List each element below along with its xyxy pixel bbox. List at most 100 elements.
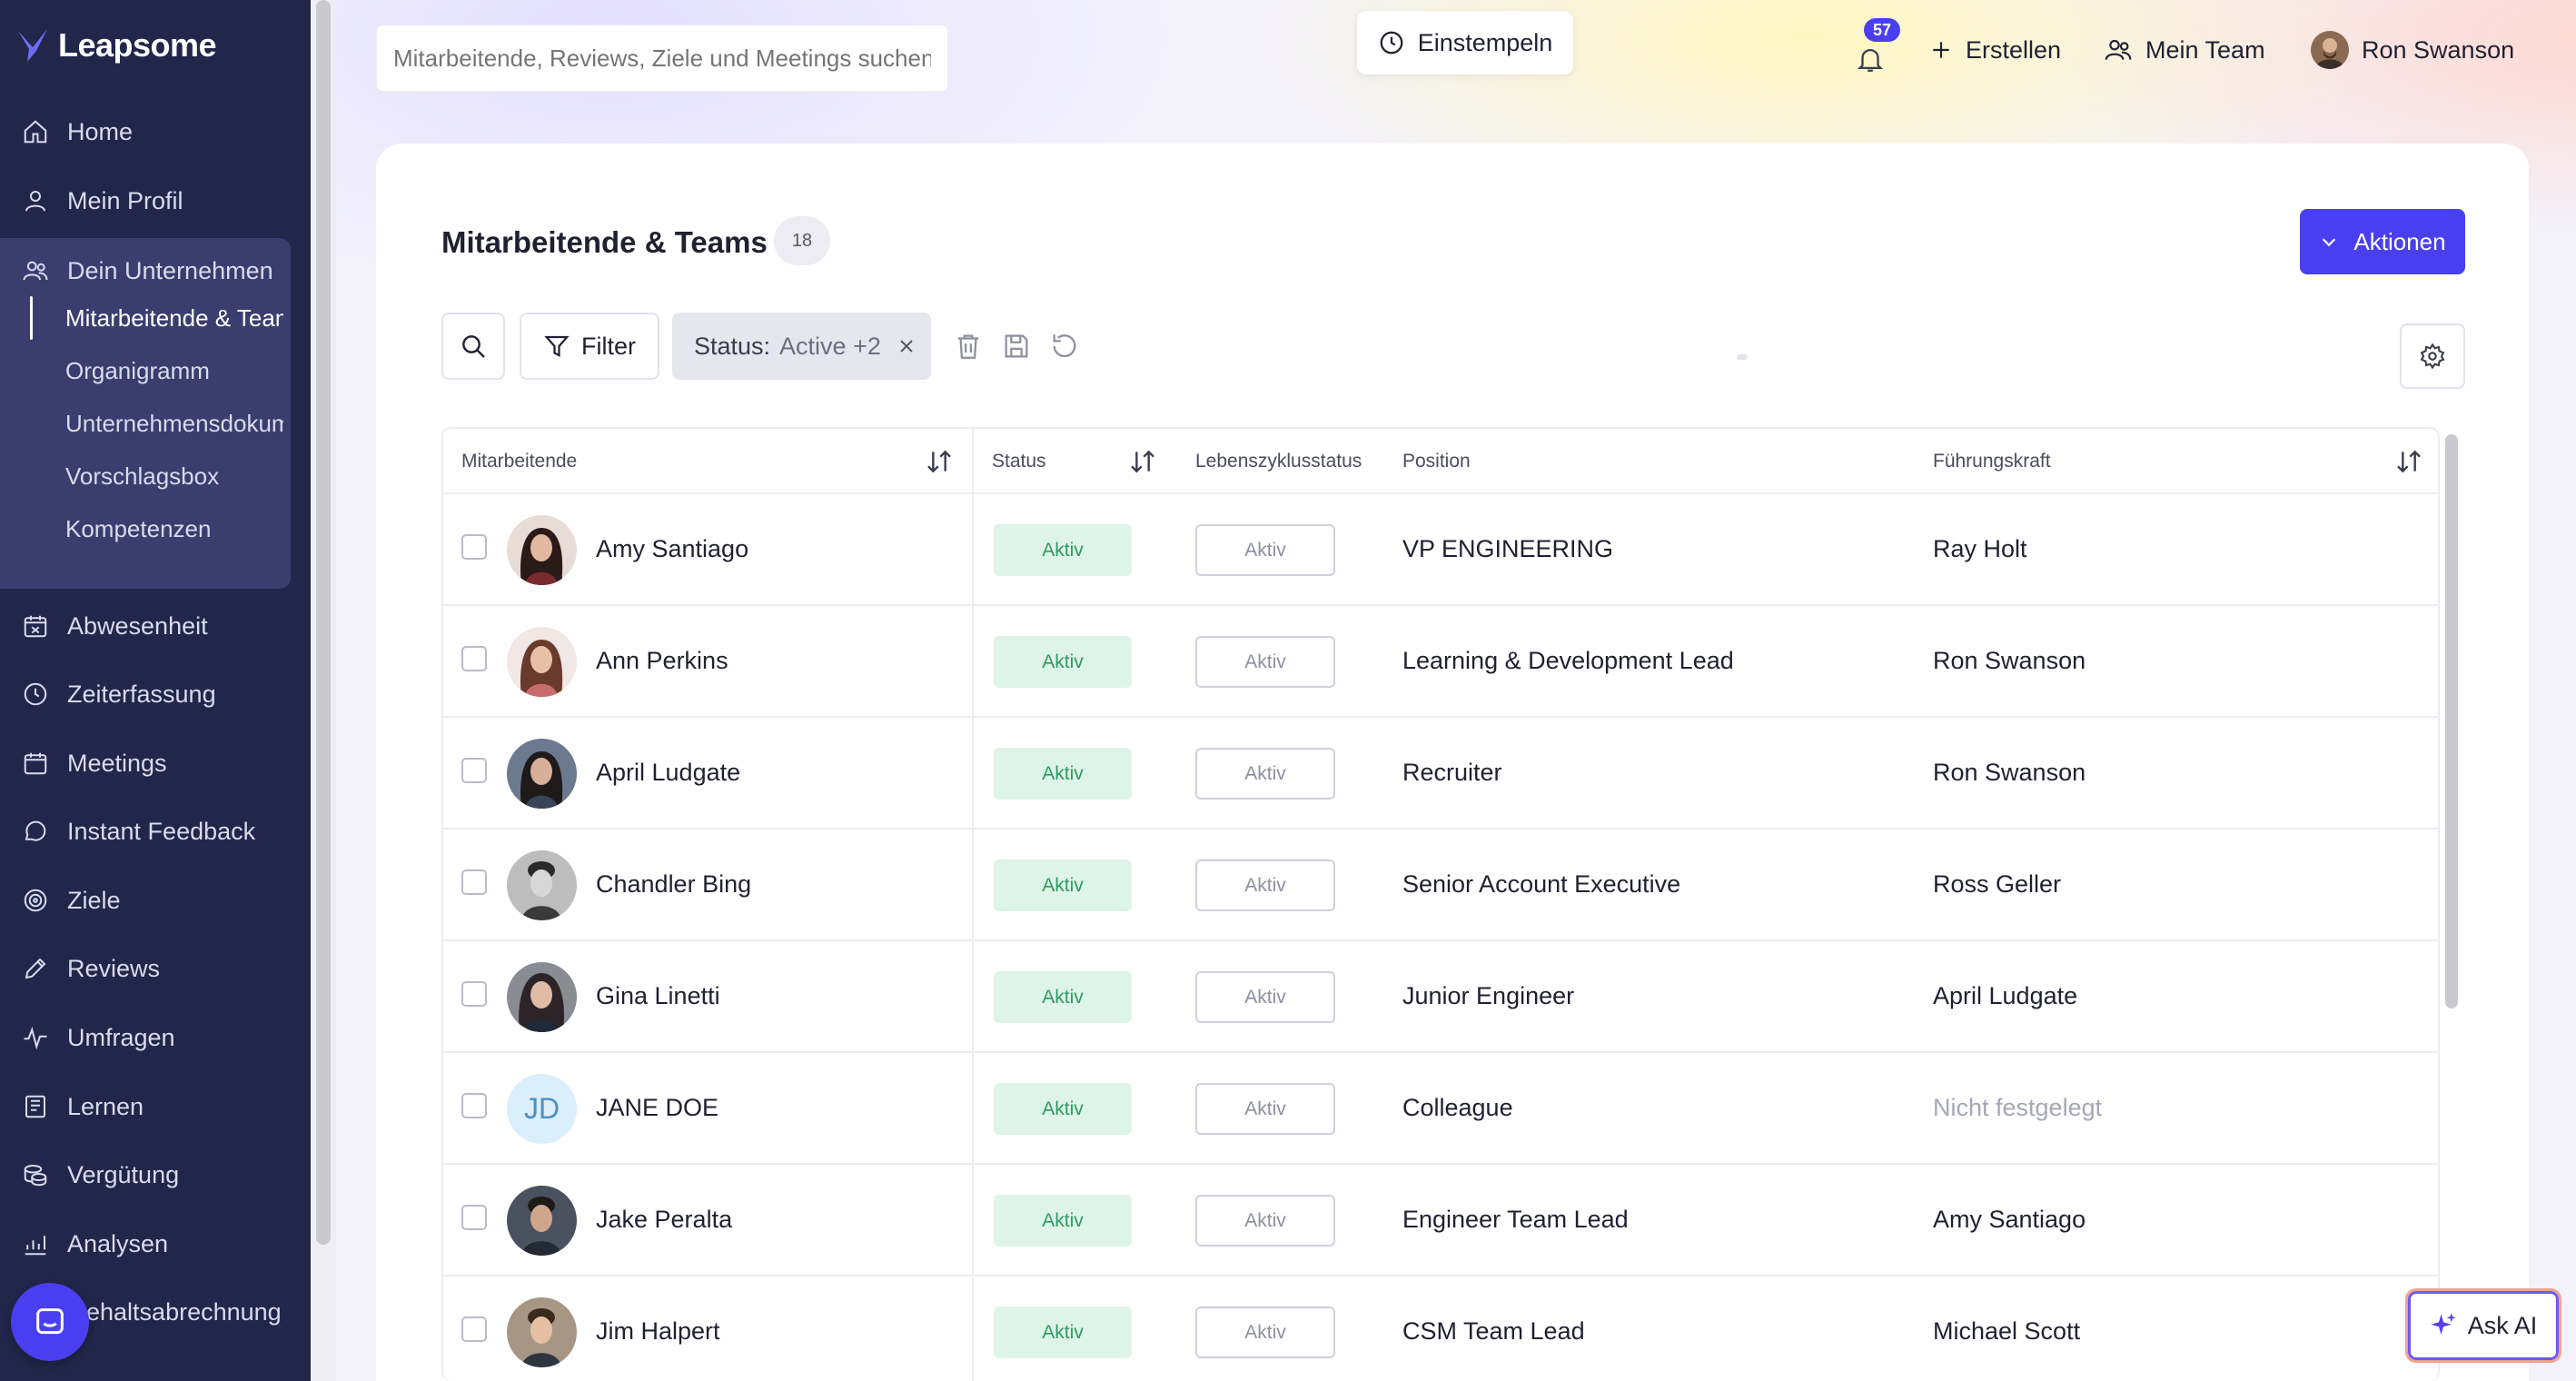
sidebar-item-absence[interactable]: Abwesenheit — [0, 599, 311, 653]
sidebar-item-profile[interactable]: Mein Profil — [0, 174, 311, 228]
table-row[interactable]: April Ludgate Aktiv Aktiv Recruiter Ron … — [443, 718, 2438, 830]
actions-button[interactable]: Aktionen — [2300, 209, 2465, 274]
lifecycle-badge: Aktiv — [1195, 1083, 1335, 1135]
table-row[interactable]: Jim Halpert Aktiv Aktiv CSM Team Lead Mi… — [443, 1277, 2438, 1381]
avatar — [507, 850, 577, 920]
clock-in-label: Einstempeln — [1417, 28, 1553, 56]
sidebar-subitem-employees-teams[interactable]: Mitarbeitende & Teams — [65, 294, 283, 342]
filter-button[interactable]: Filter — [520, 313, 659, 380]
employee-name[interactable]: Amy Santiago — [596, 494, 748, 604]
row-checkbox[interactable] — [461, 869, 487, 895]
manager-cell[interactable]: Ray Holt — [1933, 494, 2027, 604]
sidebar-item-meetings[interactable]: Meetings — [0, 736, 311, 790]
sidebar-item-reviews[interactable]: Reviews — [0, 941, 311, 996]
reset-icon[interactable] — [1049, 331, 1080, 362]
sidebar-item-surveys[interactable]: Umfragen — [0, 1010, 311, 1065]
lifecycle-badge: Aktiv — [1195, 636, 1335, 688]
status-badge: Aktiv — [994, 748, 1132, 800]
sidebar-item-goals[interactable]: Ziele — [0, 873, 311, 928]
manager-cell[interactable]: Ron Swanson — [1933, 606, 2086, 716]
status-filter-chip[interactable]: Status: Active +2 — [672, 313, 931, 380]
employee-name[interactable]: Jim Halpert — [596, 1277, 720, 1381]
chevron-down-icon — [2323, 238, 2336, 247]
team-icon — [2105, 39, 2132, 60]
sidebar-item-learning[interactable]: Lernen — [0, 1079, 311, 1134]
row-checkbox[interactable] — [461, 758, 487, 783]
sidebar-item-company[interactable]: Dein Unternehmen — [0, 243, 291, 298]
table-settings-button[interactable] — [2400, 323, 2465, 389]
sidebar-item-label: Meetings — [67, 749, 167, 777]
ask-ai-button[interactable]: Ask AI — [2405, 1288, 2561, 1363]
employee-name[interactable]: JANE DOE — [596, 1053, 718, 1163]
sort-icon[interactable] — [925, 447, 954, 476]
manager-cell[interactable]: Ross Geller — [1933, 830, 2061, 939]
manager-cell[interactable]: April Ludgate — [1933, 941, 2077, 1051]
sidebar-subitem-suggestion-box[interactable]: Vorschlagsbox — [65, 452, 283, 500]
global-search-input[interactable] — [376, 25, 948, 92]
employee-name[interactable]: April Ludgate — [596, 718, 740, 828]
row-checkbox[interactable] — [461, 1316, 487, 1342]
user-menu[interactable]: Ron Swanson — [2311, 25, 2514, 75]
sidebar-scrollbar[interactable] — [311, 0, 336, 1381]
user-icon — [25, 191, 45, 212]
scrollbar-thumb[interactable] — [316, 0, 331, 1245]
sidebar-subitem-company-docs[interactable]: Unternehmensdokumente — [65, 400, 283, 447]
app-name: Leapsome — [58, 26, 217, 64]
row-checkbox[interactable] — [461, 981, 487, 1007]
clock-icon — [1380, 31, 1403, 55]
sidebar-item-analytics[interactable]: Analysen — [0, 1217, 311, 1271]
table-scrollbar[interactable] — [2442, 427, 2463, 1381]
sidebar-subitem-competencies[interactable]: Kompetenzen — [65, 505, 283, 552]
leapsome-logo[interactable]: Leapsome — [16, 24, 217, 67]
create-button[interactable]: Erstellen — [1929, 25, 2061, 75]
sidebar-subitem-org-chart[interactable]: Organigramm — [65, 347, 283, 394]
sort-icon[interactable] — [2394, 447, 2423, 476]
row-checkbox[interactable] — [461, 1093, 487, 1118]
avatar-initials: JD — [507, 1074, 577, 1144]
manager-cell[interactable]: Ron Swanson — [1933, 718, 2086, 828]
column-header-lifecycle[interactable]: Lebenszyklusstatus — [1195, 429, 1362, 494]
employee-name[interactable]: Jake Peralta — [596, 1165, 732, 1275]
table-row[interactable]: Amy Santiago Aktiv Aktiv VP ENGINEERING … — [443, 494, 2438, 606]
status-filter-key: Status: — [694, 332, 771, 360]
sidebar-item-instant-feedback[interactable]: Instant Feedback — [0, 804, 311, 859]
position-cell: Colleague — [1402, 1094, 1513, 1121]
table-row[interactable]: Ann Perkins Aktiv Aktiv Learning & Devel… — [443, 606, 2438, 718]
column-header-position[interactable]: Position — [1402, 429, 1471, 494]
sidebar-item-time-tracking[interactable]: Zeiterfassung — [0, 667, 311, 721]
position-cell: Junior Engineer — [1402, 982, 1575, 1009]
user-avatar — [2311, 31, 2349, 69]
close-icon[interactable] — [896, 335, 917, 357]
column-header-status[interactable]: Status — [992, 429, 1046, 494]
trash-icon[interactable] — [953, 331, 984, 362]
row-checkbox[interactable] — [461, 534, 487, 560]
table-header: Mitarbeitende Status Lebenszyklusstatus … — [443, 429, 2438, 494]
avatar — [507, 515, 577, 585]
clock-in-button[interactable]: Einstempeln — [1357, 11, 1573, 75]
employee-name[interactable]: Chandler Bing — [596, 830, 751, 939]
manager-cell[interactable]: Michael Scott — [1933, 1277, 2080, 1381]
support-chat-button[interactable] — [11, 1283, 89, 1361]
sidebar-item-compensation[interactable]: Vergütung — [0, 1148, 311, 1202]
table-row[interactable]: JD JANE DOE Aktiv Aktiv Colleague Nicht … — [443, 1053, 2438, 1165]
user-name: Ron Swanson — [2362, 35, 2515, 64]
table-row[interactable]: Gina Linetti Aktiv Aktiv Junior Engineer… — [443, 941, 2438, 1053]
row-checkbox[interactable] — [461, 646, 487, 671]
column-header-employee[interactable]: Mitarbeitende — [461, 429, 577, 494]
position-cell: Senior Account Executive — [1402, 870, 1681, 898]
sidebar-item-home[interactable]: Home — [0, 104, 311, 159]
manager-cell[interactable]: Amy Santiago — [1933, 1165, 2086, 1275]
lifecycle-badge: Aktiv — [1195, 971, 1335, 1023]
scrollbar-thumb[interactable] — [2445, 434, 2458, 1008]
table-search-button[interactable] — [441, 313, 505, 380]
pencil-icon — [25, 958, 46, 979]
sort-icon[interactable] — [1128, 447, 1157, 476]
row-checkbox[interactable] — [461, 1205, 487, 1230]
my-team-button[interactable]: Mein Team — [2104, 25, 2265, 75]
table-row[interactable]: Jake Peralta Aktiv Aktiv Engineer Team L… — [443, 1165, 2438, 1277]
employee-name[interactable]: Gina Linetti — [596, 941, 720, 1051]
column-header-manager[interactable]: Führungskraft — [1933, 429, 2051, 494]
employee-name[interactable]: Ann Perkins — [596, 606, 728, 716]
save-icon[interactable] — [1001, 331, 1032, 362]
table-row[interactable]: Chandler Bing Aktiv Aktiv Senior Account… — [443, 830, 2438, 941]
